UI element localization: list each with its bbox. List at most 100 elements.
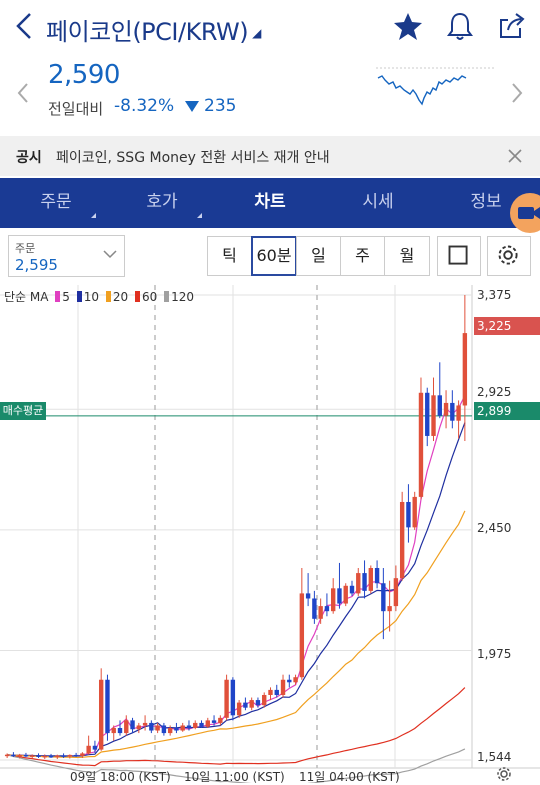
candle <box>48 755 54 758</box>
candle <box>312 598 317 619</box>
y-label: 1,975 <box>477 647 512 661</box>
candle <box>249 700 254 708</box>
candle <box>11 754 16 757</box>
ma20-label: 20 <box>112 290 129 304</box>
y-label: 2,450 <box>477 521 512 535</box>
period-60min[interactable]: 60분 <box>251 236 297 276</box>
change-amount: 235 <box>204 96 237 116</box>
tab-label: 주문 <box>40 192 72 212</box>
page-title[interactable]: 페이코인(PCI/KRW) ◢ <box>46 12 261 47</box>
candle <box>167 728 173 734</box>
order-price: 2,595 <box>15 256 58 274</box>
candle <box>343 585 348 604</box>
tab-orderbook[interactable]: 호가 <box>126 178 202 228</box>
period-week[interactable]: 주 <box>340 236 385 276</box>
ma120-swatch <box>164 291 170 302</box>
tab-label: 시세 <box>362 192 394 212</box>
prev-arrow-icon[interactable] <box>16 82 30 104</box>
candlestick-chart <box>0 285 540 783</box>
square-icon <box>448 245 468 265</box>
candle <box>299 593 305 678</box>
ma-legend: 단순 MA 5 10 20 60 120 <box>4 288 194 305</box>
candle <box>186 725 192 729</box>
candle <box>387 606 392 612</box>
candle <box>4 754 10 757</box>
tab-market[interactable]: 시세 <box>342 178 414 228</box>
candle <box>61 755 66 757</box>
candle <box>456 405 461 421</box>
ma60-label: 60 <box>141 290 158 304</box>
chart-toolbar: 주문 2,595 틱 60분 일 주 월 <box>0 232 540 284</box>
notice-bar[interactable]: 공시 페이코인, SSG Money 전환 서비스 재개 안내 <box>0 136 540 176</box>
candle <box>255 700 261 706</box>
candle <box>368 568 374 591</box>
candle <box>205 720 210 727</box>
ma60-swatch <box>134 291 140 302</box>
current-price-badge: 3,225 <box>474 317 540 335</box>
tab-chart[interactable]: 차트 <box>234 178 306 228</box>
candle <box>80 753 85 756</box>
candle <box>280 679 286 695</box>
candle <box>86 745 91 754</box>
candle <box>230 679 236 716</box>
ma5-label: 5 <box>62 290 70 304</box>
candle <box>199 722 204 727</box>
candle <box>55 755 60 758</box>
close-icon[interactable] <box>506 147 524 165</box>
period-month[interactable]: 월 <box>384 236 430 276</box>
caret-icon <box>91 213 96 218</box>
gear-icon[interactable] <box>494 766 514 782</box>
candle <box>362 573 367 591</box>
candle <box>130 720 135 730</box>
candle <box>73 754 79 757</box>
ma10-label: 10 <box>83 290 100 304</box>
gear-icon <box>498 245 518 265</box>
candle <box>425 392 430 436</box>
candle <box>243 702 248 708</box>
candle <box>356 573 361 594</box>
tab-label: 호가 <box>146 192 178 212</box>
candle <box>287 679 292 683</box>
title-text: 페이코인(PCI/KRW) <box>46 18 249 46</box>
candle <box>337 588 342 604</box>
candle <box>193 722 198 729</box>
x-label: 10일 11:00 (KST) <box>184 770 285 784</box>
fullscreen-button[interactable] <box>437 236 481 276</box>
settings-button[interactable] <box>487 236 531 276</box>
down-triangle-icon <box>185 101 199 112</box>
change-percent: -8.32% <box>114 96 175 116</box>
chevron-left-icon[interactable] <box>12 10 36 42</box>
price-chart[interactable]: 단순 MA 5 10 20 60 120 3,375 3,225 2,925 2… <box>0 285 540 783</box>
candle <box>393 578 399 607</box>
main-tabs: 주문 호가 차트 시세 정보 <box>0 178 540 228</box>
notice-text[interactable]: 페이코인, SSG Money 전환 서비스 재개 안내 <box>56 147 330 167</box>
candle <box>399 501 405 579</box>
chevron-down-icon <box>103 250 117 259</box>
order-price-select[interactable]: 주문 2,595 <box>8 235 125 277</box>
sparkline-chart <box>376 67 496 106</box>
candle <box>211 720 217 723</box>
order-label: 주문 <box>15 242 36 255</box>
candle <box>412 496 417 528</box>
candle <box>274 689 279 695</box>
candle <box>318 606 323 619</box>
period-day[interactable]: 일 <box>296 236 341 276</box>
x-label: 09일 18:00 (KST) <box>70 770 171 784</box>
candle <box>305 593 311 599</box>
next-arrow-icon[interactable] <box>510 82 524 104</box>
candle <box>324 606 330 612</box>
candle <box>236 702 242 716</box>
camera-icon[interactable] <box>510 193 540 233</box>
candle <box>268 689 273 695</box>
star-icon[interactable] <box>392 10 424 42</box>
y-label: 1,544 <box>477 750 512 764</box>
avg-price-tag: 매수평균 <box>0 402 46 420</box>
avg-price-badge: 2,899 <box>474 402 540 420</box>
quote-panel: 2,590 전일대비 -8.32% 235 <box>0 56 540 134</box>
period-tick[interactable]: 틱 <box>207 236 252 276</box>
candle <box>349 585 355 594</box>
tab-order[interactable]: 주문 <box>20 178 96 228</box>
candle <box>431 395 436 436</box>
bell-icon[interactable] <box>444 10 476 42</box>
share-icon[interactable] <box>496 10 528 42</box>
